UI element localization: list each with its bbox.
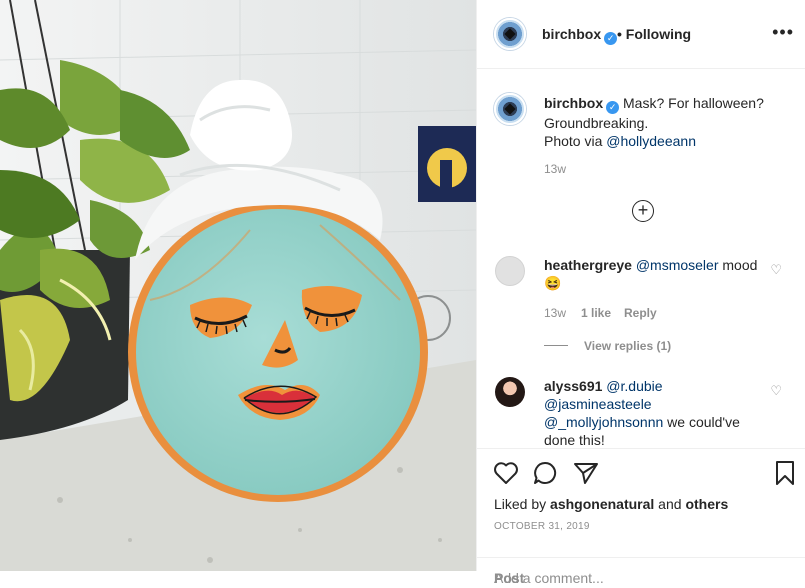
- comment-username[interactable]: heathergreye: [544, 257, 632, 273]
- post-photo[interactable]: [0, 0, 476, 571]
- comment-time[interactable]: 13w: [544, 306, 566, 320]
- heart-icon[interactable]: [493, 461, 519, 485]
- post-comment-button[interactable]: Post: [494, 570, 794, 586]
- post-date[interactable]: OCTOBER 31, 2019: [494, 521, 590, 532]
- share-icon[interactable]: [573, 461, 599, 485]
- verified-icon: ✓: [606, 101, 620, 114]
- likes-user[interactable]: ashgonenatural: [550, 496, 654, 512]
- likes-others[interactable]: others: [685, 496, 728, 512]
- caption-mention[interactable]: @hollydeeann: [606, 133, 696, 149]
- caption-credit: Photo via: [544, 133, 607, 149]
- verified-icon: ✓: [604, 32, 618, 45]
- comment-2: alyss691 @r.dubie @jasmineasteele @_moll…: [544, 377, 769, 449]
- caption-time[interactable]: 13w: [544, 162, 566, 176]
- avatar[interactable]: [494, 18, 526, 50]
- plus-circle-icon: +: [637, 200, 649, 220]
- comment-mention[interactable]: @r.dubie: [606, 378, 662, 394]
- bookmark-icon[interactable]: [774, 460, 796, 486]
- comment-likes[interactable]: 1 like: [581, 306, 611, 320]
- post-detail-panel: birchbox ✓ • Following ••• birchbox ✓ Mask…: [476, 0, 805, 586]
- avatar[interactable]: [494, 93, 526, 125]
- post-header: birchbox ✓ • Following •••: [477, 0, 805, 69]
- caption: birchbox ✓ Mask? For halloween? Groundbre…: [544, 94, 784, 150]
- load-more-comments-button[interactable]: +: [632, 200, 654, 222]
- comment-like-icon[interactable]: ♡: [770, 262, 782, 278]
- comment-username[interactable]: alyss691: [544, 378, 602, 394]
- comment-text: mood: [718, 257, 758, 273]
- comment-mention[interactable]: @msmoseler: [636, 257, 719, 273]
- comment-icon[interactable]: [533, 461, 559, 485]
- account-username[interactable]: birchbox: [542, 26, 601, 42]
- post-actions-bar: Liked by ashgonenatural and others OCTOB…: [477, 448, 805, 586]
- likes-prefix: Liked by: [494, 496, 551, 512]
- replies-divider: [544, 345, 568, 346]
- comment-mention[interactable]: @jasmineasteele: [544, 396, 652, 412]
- more-options-icon[interactable]: •••: [772, 22, 794, 43]
- likes-and: and: [654, 496, 686, 512]
- comment-like-icon[interactable]: ♡: [770, 383, 782, 399]
- avatar[interactable]: [495, 377, 525, 407]
- avatar[interactable]: [495, 256, 525, 286]
- caption-username[interactable]: birchbox: [544, 95, 603, 111]
- pumpkin-mask-image: [0, 0, 476, 571]
- account-name-row: birchbox ✓: [542, 26, 618, 45]
- add-comment-bar: Add a comment... Post: [477, 557, 805, 588]
- comment-mention[interactable]: @_mollyjohnsonnn: [544, 414, 663, 430]
- comment-reply-button[interactable]: Reply: [624, 306, 657, 320]
- likes-summary: Liked by ashgonenatural and others: [494, 496, 728, 512]
- view-replies-button[interactable]: View replies (1): [584, 339, 671, 353]
- laughing-emoji-icon: 😆: [544, 275, 562, 291]
- following-button[interactable]: • Following: [617, 26, 691, 42]
- comment-1: heathergreye @msmoseler mood 😆: [544, 256, 769, 292]
